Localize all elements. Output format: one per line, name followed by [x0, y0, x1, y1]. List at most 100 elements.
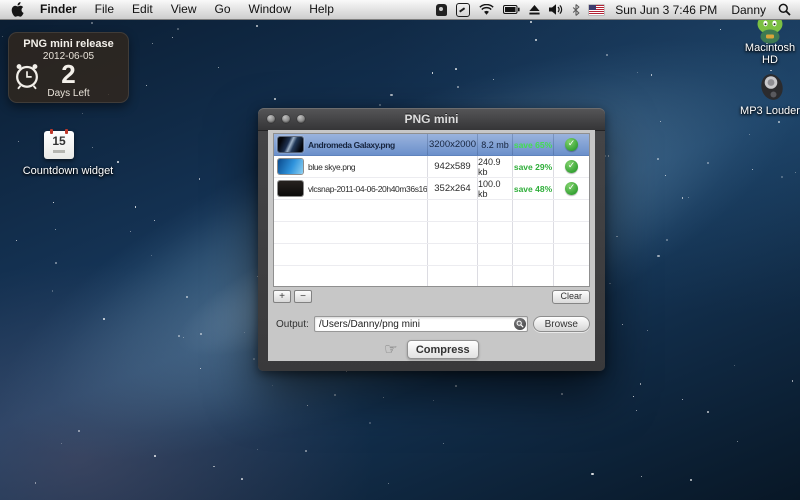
- countdown-icon-label[interactable]: Countdown widget: [18, 165, 118, 177]
- file-size-cell: 100.0 kb: [477, 178, 512, 199]
- zoom-button[interactable]: [297, 115, 305, 123]
- empty-cell: [477, 200, 512, 221]
- countdown-widget-icon[interactable]: 15: [44, 131, 74, 159]
- file-name: vlcsnap-2011-04-06-20h40m36s165.png: [308, 184, 427, 194]
- bluetooth-icon[interactable]: [572, 0, 580, 19]
- output-path-input[interactable]: [314, 316, 528, 332]
- menu-window[interactable]: Window: [240, 0, 301, 19]
- file-table[interactable]: Andromeda Galaxy.png 3200x20008.2 mbsave …: [273, 133, 590, 287]
- table-row[interactable]: Andromeda Galaxy.png 3200x20008.2 mbsave …: [274, 134, 589, 156]
- empty-cell: [427, 244, 477, 265]
- remove-file-button[interactable]: −: [294, 290, 312, 303]
- file-status-cell: ✓: [553, 156, 589, 177]
- menu-status-area: Sun Jun 3 7:46 PM Danny: [436, 0, 800, 19]
- file-dimensions-cell: 3200x2000: [427, 134, 477, 155]
- file-status-cell: ✓: [553, 134, 589, 155]
- eject-icon[interactable]: [529, 0, 540, 19]
- window-content: Andromeda Galaxy.png 3200x20008.2 mbsave …: [268, 130, 595, 361]
- wifi-icon[interactable]: [479, 0, 494, 19]
- reveal-path-button[interactable]: [514, 318, 526, 330]
- table-row-empty[interactable]: [274, 244, 589, 266]
- file-save-cell: save 65%: [512, 134, 553, 155]
- menu-clock[interactable]: Sun Jun 3 7:46 PM: [613, 3, 719, 17]
- file-name-cell: vlcsnap-2011-04-06-20h40m36s165.png: [274, 178, 427, 199]
- empty-cell: [553, 222, 589, 243]
- macintosh-hd-label[interactable]: Macintosh HD: [740, 42, 800, 66]
- empty-cell: [477, 222, 512, 243]
- empty-cell: [553, 200, 589, 221]
- output-row: Output: Browse: [273, 316, 590, 332]
- empty-cell: [512, 200, 553, 221]
- empty-cell: [427, 222, 477, 243]
- menu-edit[interactable]: Edit: [123, 0, 162, 19]
- check-icon: ✓: [565, 182, 578, 195]
- menu-extra-icon[interactable]: [436, 4, 447, 16]
- menu-view[interactable]: View: [162, 0, 206, 19]
- clear-button[interactable]: Clear: [552, 290, 590, 304]
- table-row[interactable]: blue skye.png942x589240.9 kbsave 29%✓: [274, 156, 589, 178]
- battery-icon[interactable]: [503, 0, 520, 19]
- compress-row: ☞ Compress: [273, 340, 590, 359]
- widget-title: PNG mini release: [8, 38, 129, 50]
- empty-cell: [512, 266, 553, 287]
- table-row[interactable]: vlcsnap-2011-04-06-20h40m36s165.png352x2…: [274, 178, 589, 200]
- table-row-empty[interactable]: [274, 266, 589, 287]
- spotlight-icon[interactable]: [778, 0, 791, 19]
- table-toolbar: + − Clear: [273, 289, 590, 304]
- window-title: PNG mini: [258, 112, 605, 126]
- check-icon: ✓: [565, 160, 578, 173]
- empty-cell: [274, 200, 427, 221]
- user-menu[interactable]: Danny: [728, 3, 769, 17]
- apple-icon: [11, 2, 24, 17]
- file-thumbnail: [278, 137, 303, 152]
- compress-button[interactable]: Compress: [407, 340, 479, 359]
- alarm-clock-icon: [12, 59, 42, 96]
- browse-button[interactable]: Browse: [533, 316, 590, 332]
- file-size-cell: 240.9 kb: [477, 156, 512, 177]
- calendar-day: 15: [44, 135, 74, 147]
- file-status-cell: ✓: [553, 178, 589, 199]
- menu-finder[interactable]: Finder: [31, 0, 86, 19]
- apple-menu[interactable]: [0, 0, 31, 19]
- menu-help[interactable]: Help: [300, 0, 343, 19]
- magnifier-icon: [516, 320, 524, 328]
- menu-go[interactable]: Go: [206, 0, 240, 19]
- file-size-cell: 8.2 mb: [477, 134, 512, 155]
- menu-file[interactable]: File: [86, 0, 123, 19]
- output-label: Output:: [276, 319, 309, 330]
- empty-cell: [274, 244, 427, 265]
- mp3-louder-label[interactable]: MP3 Louder: [735, 105, 800, 117]
- close-button[interactable]: [267, 115, 275, 123]
- empty-cell: [427, 266, 477, 287]
- file-name-cell: blue skye.png: [274, 156, 427, 177]
- file-name-cell: Andromeda Galaxy.png: [274, 134, 427, 155]
- file-name: blue skye.png: [308, 162, 355, 172]
- check-icon: ✓: [565, 138, 578, 151]
- menu-bar: FinderFileEditViewGoWindowHelp Sun Jun 3…: [0, 0, 800, 20]
- countdown-widget[interactable]: PNG mini release 2012-06-05 2 Days Left: [8, 32, 129, 103]
- mp3-louder-icon[interactable]: [757, 70, 787, 109]
- file-thumbnail: [278, 159, 303, 174]
- empty-cell: [512, 244, 553, 265]
- file-name: Andromeda Galaxy.png: [308, 140, 395, 150]
- empty-cell: [274, 266, 427, 287]
- volume-icon[interactable]: [549, 0, 563, 19]
- file-dimensions-cell: 352x264: [427, 178, 477, 199]
- add-file-button[interactable]: +: [273, 290, 291, 303]
- menu-items: FinderFileEditViewGoWindowHelp: [31, 0, 343, 19]
- input-source-icon[interactable]: [456, 3, 470, 17]
- empty-cell: [274, 222, 427, 243]
- empty-cell: [553, 244, 589, 265]
- table-row-empty[interactable]: [274, 222, 589, 244]
- file-thumbnail: [278, 181, 303, 196]
- file-save-cell: save 29%: [512, 156, 553, 177]
- empty-cell: [512, 222, 553, 243]
- minimize-button[interactable]: [282, 115, 290, 123]
- us-flag-icon[interactable]: [589, 5, 604, 15]
- table-row-empty[interactable]: [274, 200, 589, 222]
- png-mini-window: PNG mini Andromeda Galaxy.png 3200x20008.…: [258, 108, 605, 371]
- pointing-hand-icon: ☞: [384, 342, 397, 357]
- empty-cell: [477, 244, 512, 265]
- window-titlebar[interactable]: PNG mini: [258, 108, 605, 131]
- empty-cell: [553, 266, 589, 287]
